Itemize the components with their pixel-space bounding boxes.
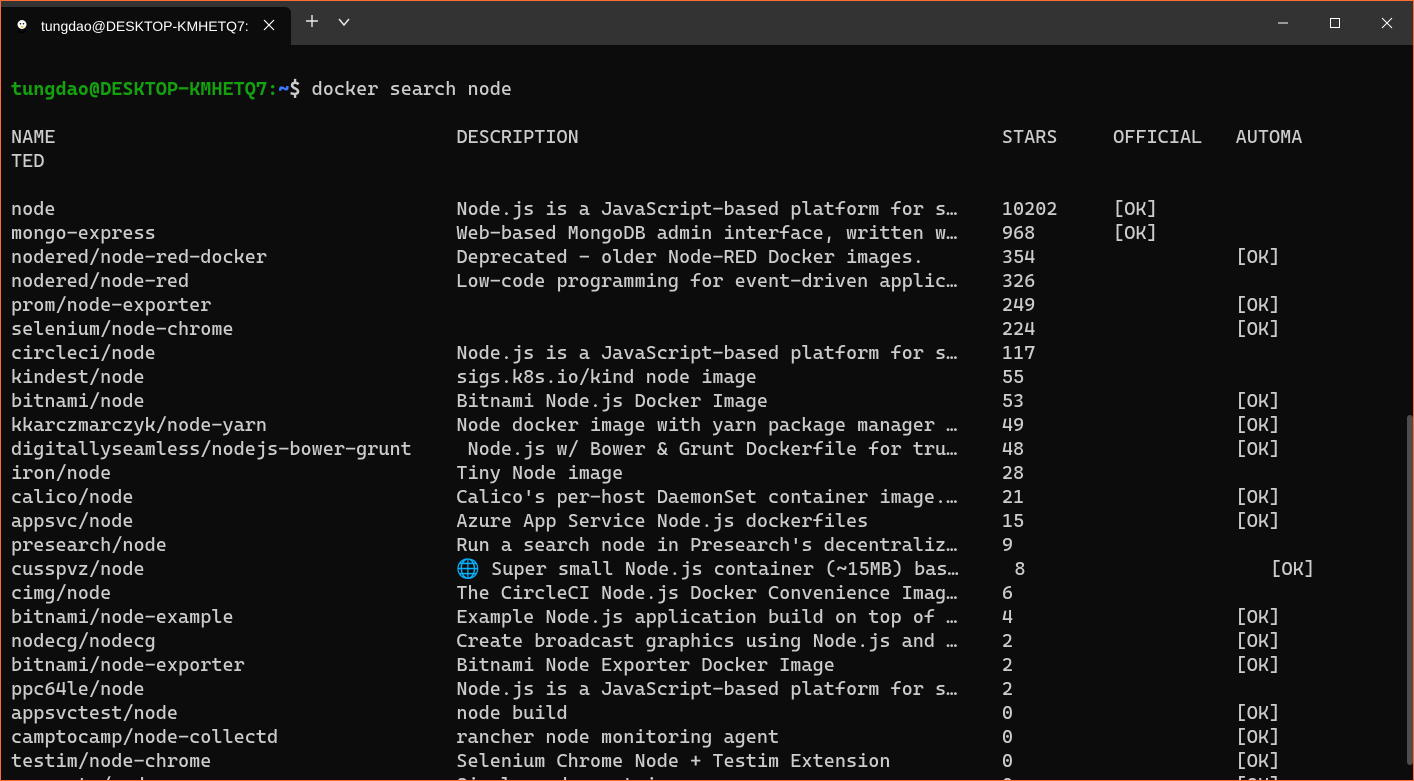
table-row: testim/node-chrome Selenium Chrome Node … (11, 749, 1403, 773)
prompt-path: ~ (278, 78, 289, 100)
linux-icon (13, 17, 31, 35)
table-row: cusspvz/node 🌐 Super small Node.js conta… (11, 557, 1403, 581)
minimize-button[interactable] (1257, 1, 1309, 45)
table-row: bitnami/node-example Example Node.js app… (11, 605, 1403, 629)
search-results: node Node.js is a JavaScript-based platf… (11, 197, 1403, 780)
titlebar-drag-region[interactable] (365, 1, 1257, 45)
table-row: ppc64le/node Node.js is a JavaScript-bas… (11, 677, 1403, 701)
table-row: kkarczmarczyk/node-yarn Node docker imag… (11, 413, 1403, 437)
table-row: nodered/node-red Low-code programming fo… (11, 269, 1403, 293)
window-close-button[interactable] (1361, 1, 1413, 45)
maximize-button[interactable] (1309, 1, 1361, 45)
table-row: digitallyseamless/nodejs-bower-grunt Nod… (11, 437, 1403, 461)
entered-command: docker search node (312, 78, 512, 100)
table-row: bitnami/node Bitnami Node.js Docker Imag… (11, 389, 1403, 413)
table-row: renovate/node Simple node container 0 [O… (11, 773, 1403, 780)
table-header: NAME DESCRIPTION STARS OFFICIAL AUTOMA T… (11, 125, 1403, 173)
table-row: kindest/node sigs.k8s.io/kind node image… (11, 365, 1403, 389)
table-row: nodered/node-red-docker Deprecated - old… (11, 245, 1403, 269)
scrollbar[interactable] (1407, 45, 1413, 780)
table-row: selenium/node-chrome 224 [OK] (11, 317, 1403, 341)
table-row: mongo-express Web-based MongoDB admin in… (11, 221, 1403, 245)
table-row: cimg/node The CircleCI Node.js Docker Co… (11, 581, 1403, 605)
new-tab-button[interactable] (305, 14, 319, 33)
table-row: circleci/node Node.js is a JavaScript-ba… (11, 341, 1403, 365)
tabbar-actions (291, 1, 365, 45)
table-row: appsvc/node Azure App Service Node.js do… (11, 509, 1403, 533)
terminal-viewport[interactable]: tungdao@DESKTOP-KMHETQ7:~$ docker search… (1, 45, 1413, 780)
table-row: iron/node Tiny Node image 28 (11, 461, 1403, 485)
terminal-tab[interactable]: tungdao@DESKTOP-KMHETQ7: (1, 7, 291, 45)
window-controls (1257, 1, 1413, 45)
tab-dropdown-button[interactable] (337, 14, 351, 32)
scrollbar-thumb[interactable] (1407, 415, 1413, 765)
table-row: prom/node-exporter 249 [OK] (11, 293, 1403, 317)
prompt-line: tungdao@DESKTOP-KMHETQ7:~$ docker search… (11, 77, 1403, 101)
table-row: appsvctest/node node build 0 [OK] (11, 701, 1403, 725)
table-row: calico/node Calico's per-host DaemonSet … (11, 485, 1403, 509)
table-row: bitnami/node-exporter Bitnami Node Expor… (11, 653, 1403, 677)
table-row: presearch/node Run a search node in Pres… (11, 533, 1403, 557)
titlebar: tungdao@DESKTOP-KMHETQ7: (1, 1, 1413, 45)
close-tab-icon[interactable] (259, 16, 279, 36)
table-row: camptocamp/node-collectd rancher node mo… (11, 725, 1403, 749)
prompt-user: tungdao@DESKTOP-KMHETQ7 (11, 78, 267, 100)
table-row: node Node.js is a JavaScript-based platf… (11, 197, 1403, 221)
tab-title: tungdao@DESKTOP-KMHETQ7: (41, 18, 249, 34)
prompt-dollar: $ (289, 78, 300, 100)
table-row: nodecg/nodecg Create broadcast graphics … (11, 629, 1403, 653)
